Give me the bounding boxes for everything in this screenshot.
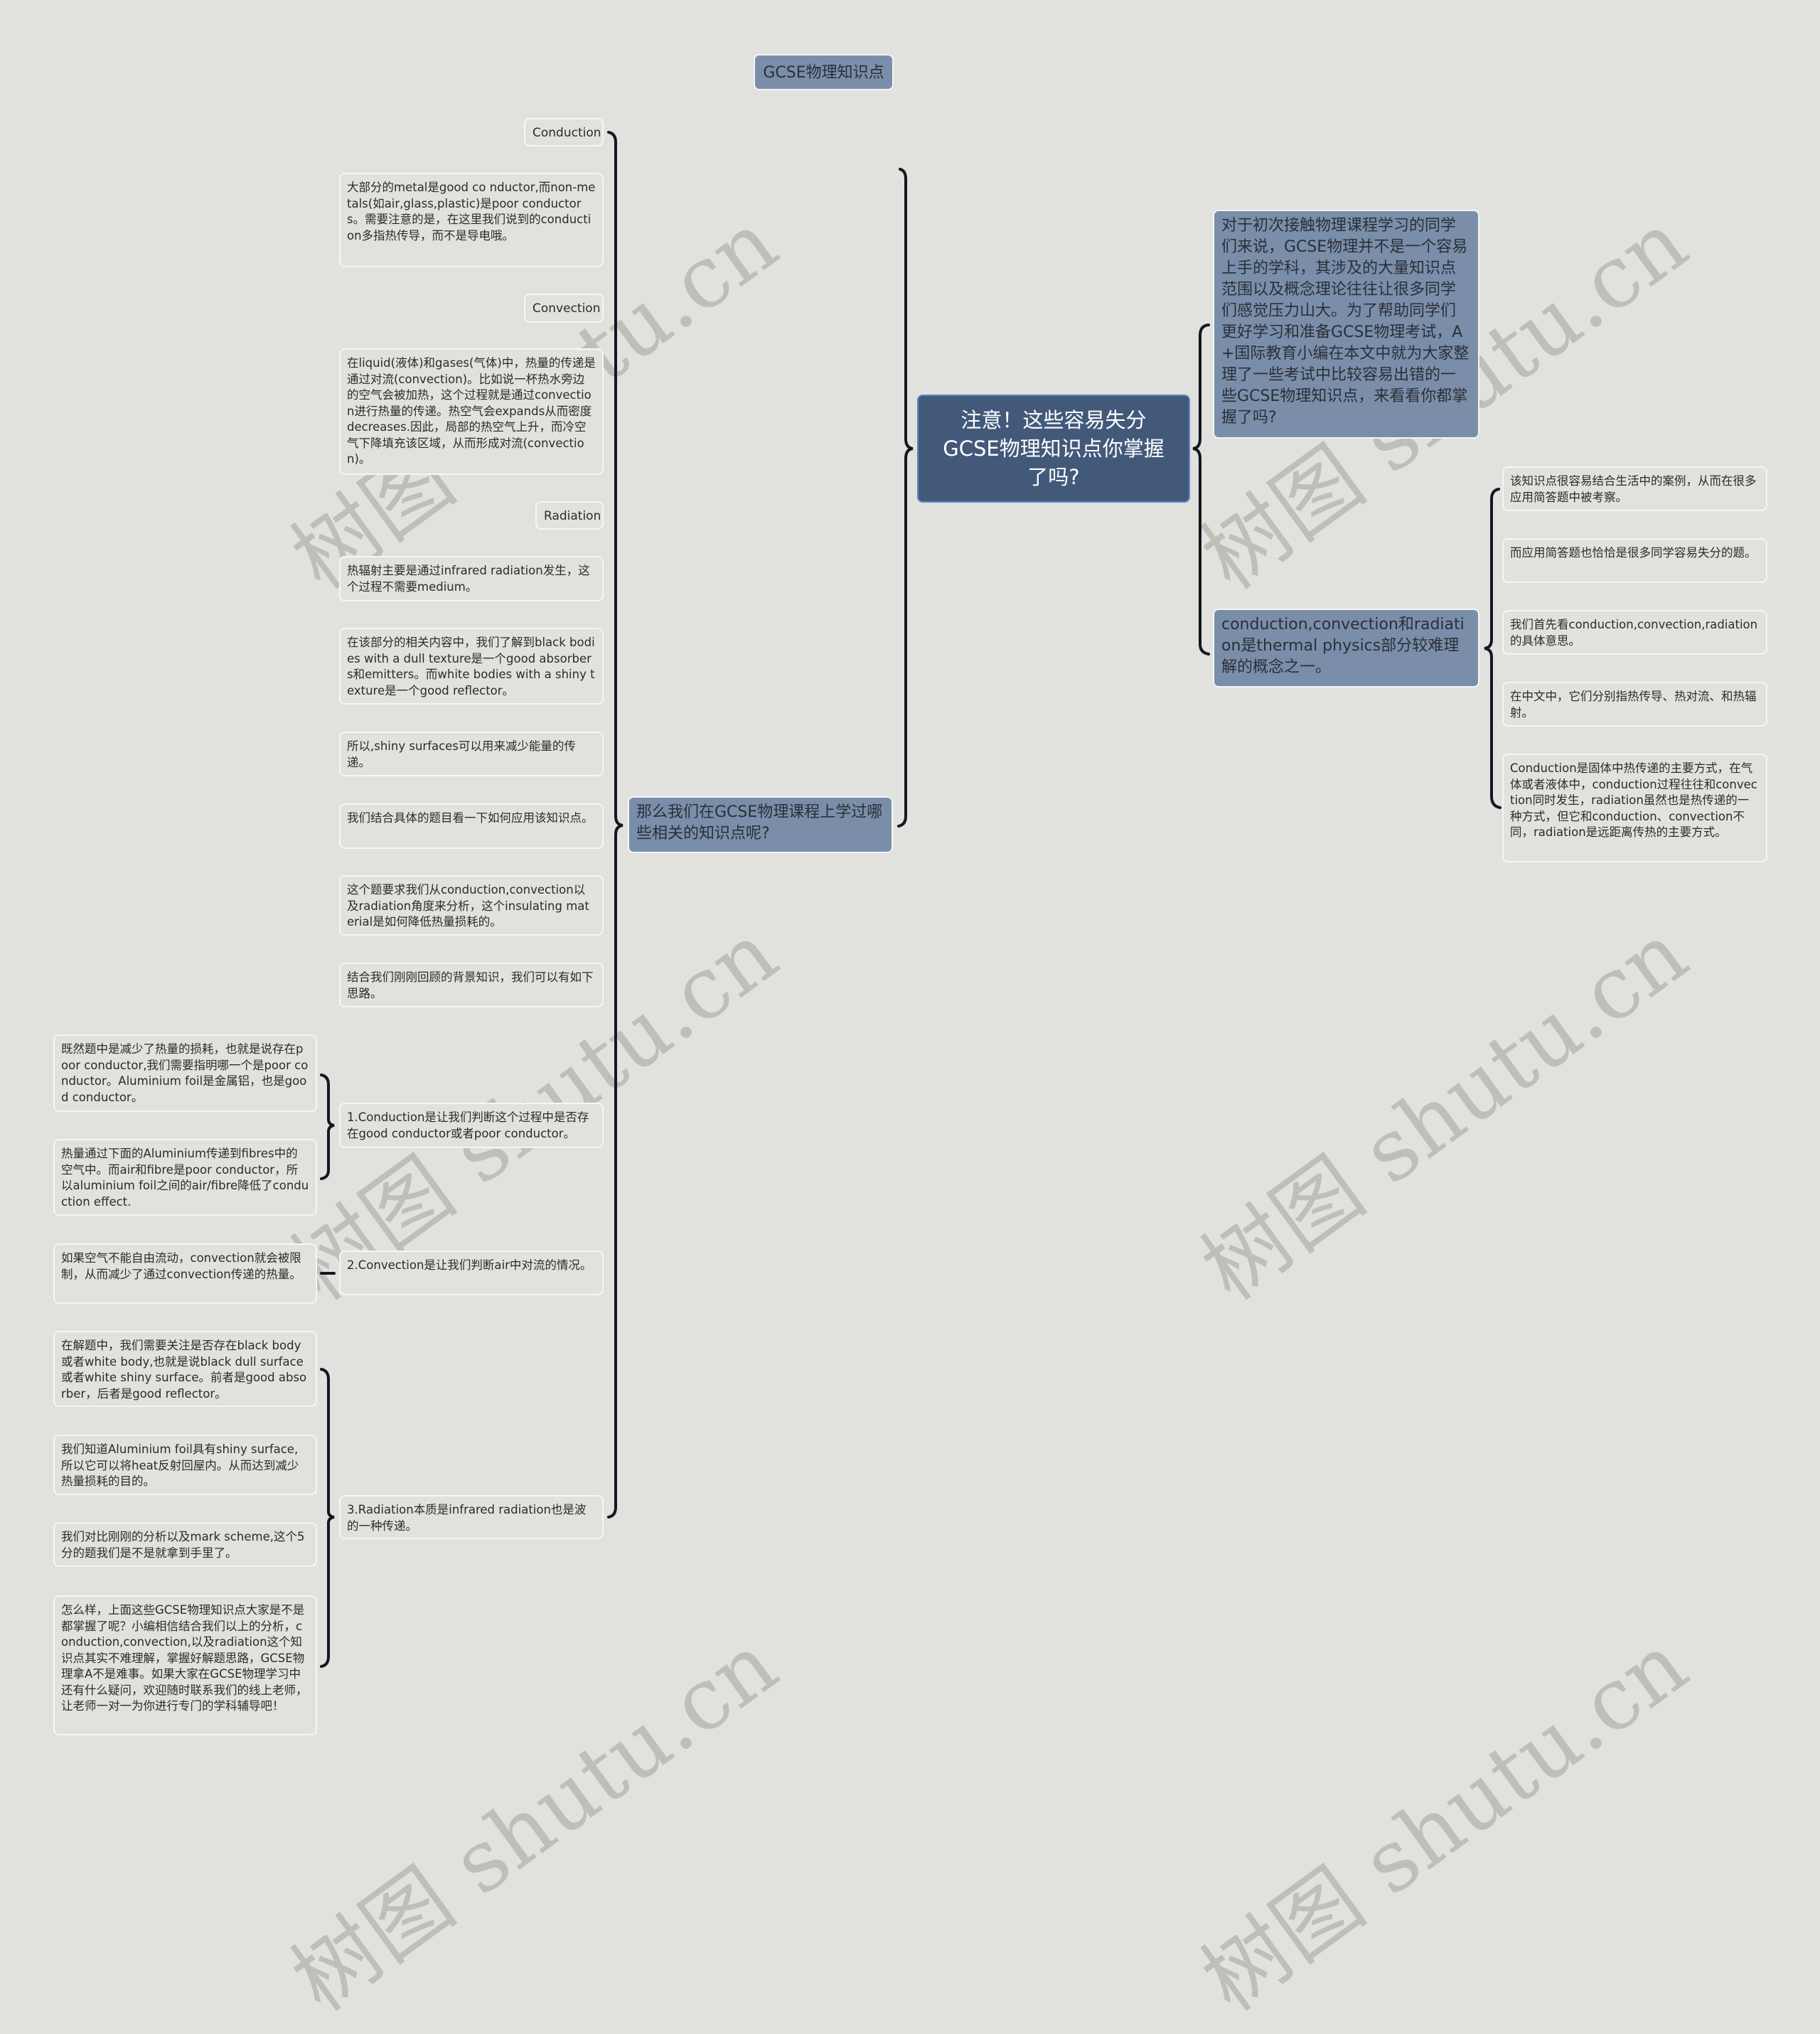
concept-child[interactable]: Conduction是固体中热传递的主要方式，在气体或者液体中，conducti… [1502,754,1767,862]
connector-root-left [897,168,914,828]
intro-node[interactable]: 对于初次接触物理课程学习的同学们来说，GCSE物理并不是一个容易上手的学科，其涉… [1213,210,1479,439]
connector-step3-children [320,1368,335,1668]
map-title[interactable]: GCSE物理知识点 [754,54,894,90]
step-1-node[interactable]: 1.Conduction是让我们判断这个过程中是否存在good conducto… [339,1103,604,1148]
step-1-child[interactable]: 热量通过下面的Aluminium传递到fibres中的空气中。而air和fibr… [53,1139,317,1216]
topic-label-radiation[interactable]: Radiation [535,501,604,530]
branch-child[interactable]: 热辐射主要是通过infrared radiation发生，这个过程不需要medi… [339,556,604,601]
step-3-child[interactable]: 怎么样，上面这些GCSE物理知识点大家是不是都掌握了呢？小编相信结合我们以上的分… [53,1595,317,1735]
topic-label-convection[interactable]: Convection [524,294,604,323]
step-3-child[interactable]: 我们知道Aluminium foil具有shiny surface,所以它可以将… [53,1435,317,1495]
step-3-node[interactable]: 3.Radiation本质是infrared radiation也是波的一种传递… [339,1495,604,1539]
connector-step1-children [320,1074,335,1180]
concept-child[interactable]: 该知识点很容易结合生活中的案例，从而在很多应用简答题中被考察。 [1502,466,1767,511]
step-3-child[interactable]: 在解题中，我们需要关注是否存在black body或者white body,也就… [53,1331,317,1407]
branch-node[interactable]: 那么我们在GCSE物理课程上学过哪些相关的知识点呢? [628,796,893,853]
connector-lines [320,131,1502,1668]
branch-child[interactable]: 在该部分的相关内容中，我们了解到black bodies with a dull… [339,628,604,705]
branch-child[interactable]: 在liquid(液体)和gases(气体)中，热量的传递是通过对流(convec… [339,348,604,475]
concept-child[interactable]: 而应用简答题也恰恰是很多同学容易失分的题。 [1502,538,1767,583]
step-2-node[interactable]: 2.Convection是让我们判断air中对流的情况。 [339,1251,604,1295]
connector-root-right [1192,323,1210,655]
branch-child[interactable]: 大部分的metal是good co nductor,而non-metals(如a… [339,173,604,267]
branch-child[interactable]: 这个题要求我们从conduction,convection以及radiation… [339,875,604,936]
step-2-child[interactable]: 如果空气不能自由流动，convection就会被限制，从而减少了通过convec… [53,1243,317,1304]
concept-child[interactable]: 我们首先看conduction,convection,radiation的具体意… [1502,610,1767,655]
branch-child[interactable]: 我们结合具体的题目看一下如何应用该知识点。 [339,803,604,849]
connector-branch-children [607,131,623,1519]
connector-concept-children [1484,488,1502,809]
step-1-child[interactable]: 既然题中是减少了热量的损耗，也就是说存在poor conductor,我们需要指… [53,1034,317,1112]
root-node[interactable]: 注意！这些容易失分GCSE物理知识点你掌握了吗? [917,395,1190,503]
branch-child[interactable]: 所以,shiny surfaces可以用来减少能量的传递。 [339,732,604,776]
topic-label-conduction[interactable]: Conduction [524,118,604,146]
concept-node[interactable]: conduction,convection和radiation是thermal … [1213,609,1479,687]
branch-child[interactable]: 结合我们刚刚回顾的背景知识，我们可以有如下思路。 [339,963,604,1007]
step-3-child[interactable]: 我们对比刚刚的分析以及mark scheme,这个5分的题我们是不是就拿到手里了… [53,1522,317,1567]
concept-child[interactable]: 在中文中，它们分别指热传导、热对流、和热辐射。 [1502,682,1767,727]
